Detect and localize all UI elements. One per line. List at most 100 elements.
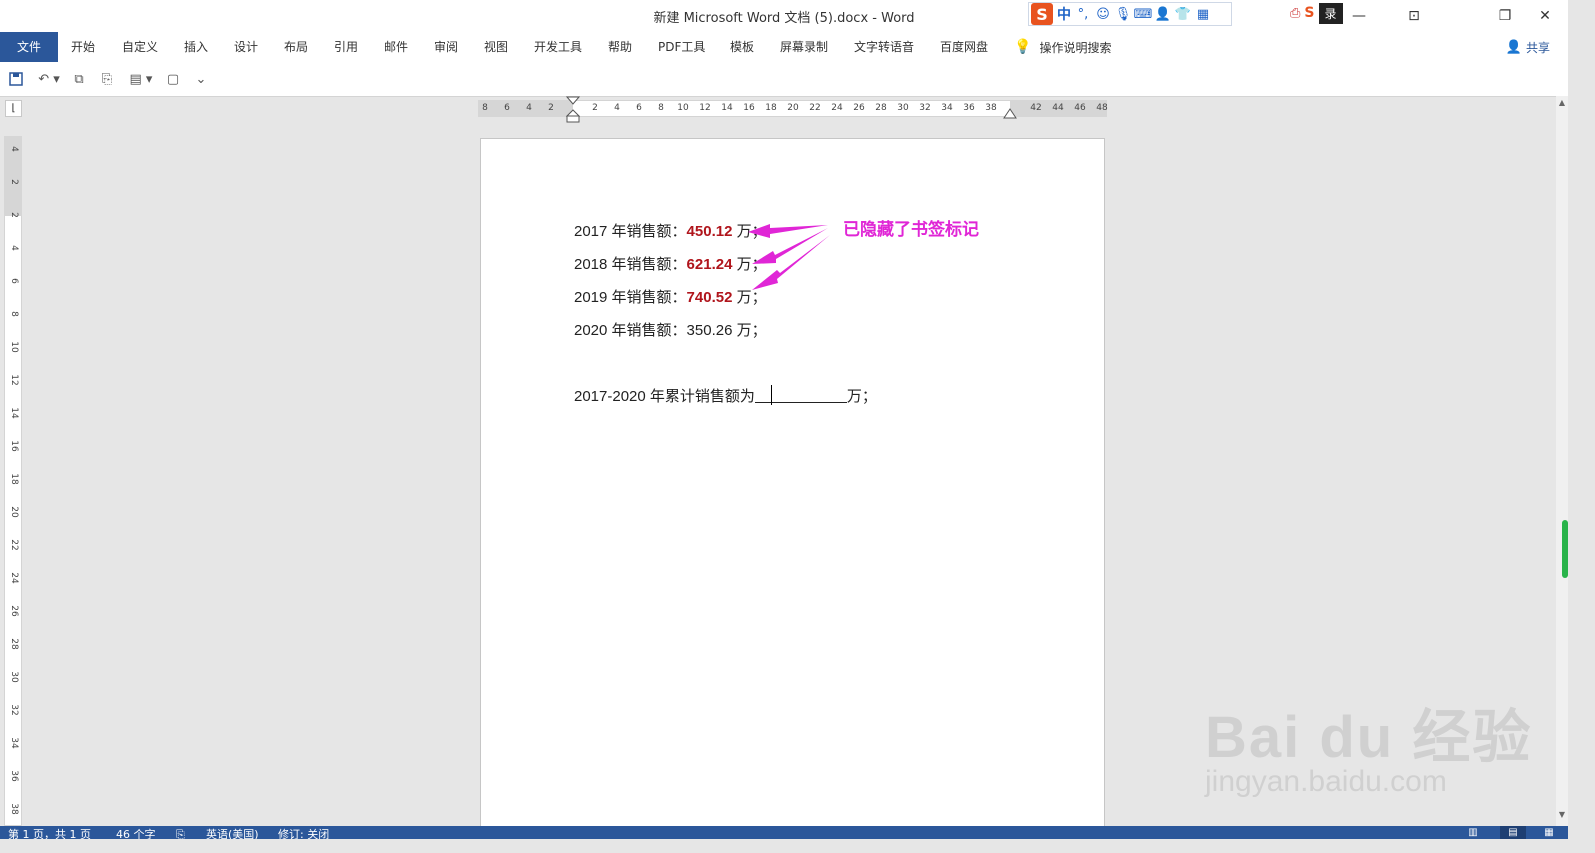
indent-marker-icon[interactable]	[566, 96, 580, 124]
copy-format-icon[interactable]: ⧉	[70, 71, 88, 87]
ruler-tick-label: 10	[677, 103, 689, 113]
text-cursor	[770, 385, 772, 405]
ruler-tick-label: 36	[963, 103, 975, 113]
undo-icon[interactable]: ↶ ▾	[36, 71, 62, 87]
ruler-tick-label: 6	[636, 103, 642, 113]
sales-line-2018[interactable]: 2018 年销售额：621.24 万；	[574, 253, 767, 274]
ruler-tick-label: 16	[743, 103, 755, 113]
ruler-tick-label: 2	[548, 103, 554, 113]
vruler-tick-label: 8	[9, 311, 19, 317]
tab-baidu-netdisk[interactable]: 百度网盘	[940, 32, 988, 62]
user-icon[interactable]: 👤	[1155, 6, 1171, 22]
tell-me-search[interactable]: 💡 操作说明搜索	[1014, 32, 1111, 62]
ruler-tick-label: 26	[853, 103, 865, 113]
language-indicator[interactable]: 英语(美国)	[206, 826, 259, 839]
scroll-thumb[interactable]	[1562, 520, 1568, 578]
tab-developer[interactable]: 开发工具	[534, 32, 582, 62]
tab-insert[interactable]: 插入	[184, 32, 208, 62]
ruler-tick-label: 42	[1030, 103, 1042, 113]
baidu-watermark: Bai du 经验	[1205, 705, 1533, 770]
tab-text-to-speech[interactable]: 文字转语音	[854, 32, 914, 62]
line-suffix: 万；	[732, 223, 767, 240]
tab-layout[interactable]: 布局	[284, 32, 308, 62]
screen-capture-icon[interactable]: ⎘	[98, 71, 116, 87]
sales-line-2020[interactable]: 2020 年销售额：350.26 万；	[574, 319, 767, 340]
emoji-icon[interactable]: ☺	[1095, 6, 1111, 22]
keyboard-icon[interactable]: ⌨	[1134, 6, 1153, 22]
sogou-small-icon[interactable]: S	[1304, 5, 1314, 21]
tab-view[interactable]: 视图	[484, 32, 508, 62]
ime-toolbar[interactable]: S 中 °, ☺ 🎙 ⌨ 👤 👕 ▦	[1028, 2, 1232, 26]
tab-screen-record[interactable]: 屏幕录制	[780, 32, 828, 62]
paste-options-icon[interactable]: ▤ ▾	[128, 71, 154, 87]
ruler-tick-label: 2	[592, 103, 598, 113]
login-area: ⎙ S 录	[1290, 2, 1343, 24]
vruler-tick-label: 4	[9, 245, 19, 251]
ribbon-display-options-icon[interactable]: ⊡	[1391, 0, 1437, 32]
vruler-tick-label: 10	[9, 341, 19, 353]
scroll-up-icon[interactable]: ▲	[1556, 98, 1568, 110]
vruler-tick-label: 28	[9, 638, 19, 650]
new-document-icon[interactable]: ▢	[164, 71, 182, 87]
vertical-scrollbar[interactable]	[1556, 96, 1568, 826]
ruler-tick-label: 20	[787, 103, 799, 113]
fill-in-blank[interactable]	[754, 385, 847, 405]
vruler-tick-label: 4	[9, 146, 19, 152]
grid-menu-icon[interactable]: ▦	[1195, 6, 1211, 22]
tab-templates[interactable]: 模板	[730, 32, 754, 62]
save-icon[interactable]	[7, 71, 25, 87]
ime-mode-toggle[interactable]: 中	[1057, 4, 1071, 24]
tab-review[interactable]: 审阅	[434, 32, 458, 62]
ruler-tick-label: 38	[985, 103, 997, 113]
web-layout-icon[interactable]: ▦	[1540, 826, 1558, 839]
tab-pdf-tools[interactable]: PDF工具	[658, 32, 705, 62]
tab-references[interactable]: 引用	[334, 32, 358, 62]
page-count[interactable]: 第 1 页，共 1 页	[8, 826, 91, 839]
proofing-icon[interactable]: ⎘	[176, 826, 185, 839]
customize-qat-icon[interactable]: ⌄	[192, 71, 210, 87]
vruler-tick-label: 22	[9, 539, 19, 551]
share-label: 共享	[1525, 40, 1550, 55]
print-layout-icon[interactable]: ▤	[1500, 826, 1526, 839]
total-prefix: 2017-2020 年累计销售额为	[574, 388, 755, 405]
sogou-logo-icon[interactable]: S	[1031, 3, 1053, 25]
word-count[interactable]: 46 个字	[116, 826, 156, 839]
share-button[interactable]: 👤 共享	[1506, 32, 1550, 62]
ruler-tick-label: 8	[658, 103, 664, 113]
total-suffix: 万；	[846, 388, 877, 405]
read-mode-icon[interactable]: ▥	[1464, 826, 1482, 839]
tab-help[interactable]: 帮助	[608, 32, 632, 62]
ruler-tick-label: 8	[482, 103, 488, 113]
vruler-tick-label: 26	[9, 605, 19, 617]
total-sales-line[interactable]: 2017-2020 年累计销售额为 万；	[574, 385, 877, 406]
vruler-tick-label: 24	[9, 572, 19, 584]
tab-design[interactable]: 设计	[234, 32, 258, 62]
tell-me-label: 操作说明搜索	[1039, 40, 1112, 55]
close-button[interactable]: ✕	[1522, 0, 1568, 32]
vruler-tick-label: 2	[9, 212, 19, 218]
scroll-down-icon[interactable]: ▼	[1556, 810, 1568, 822]
tab-file[interactable]: 文件	[0, 32, 58, 62]
sales-line-2017[interactable]: 2017 年销售额：450.12 万；	[574, 220, 767, 241]
tab-custom[interactable]: 自定义	[122, 32, 158, 62]
annotation-label: 已隐藏了书签标记	[843, 220, 979, 240]
ruler-tick-label: 32	[919, 103, 931, 113]
line-prefix: 2020 年销售额：	[574, 322, 687, 339]
vruler-tick-label: 32	[9, 704, 19, 716]
tab-mailings[interactable]: 邮件	[384, 32, 408, 62]
pdf-icon[interactable]: ⎙	[1290, 6, 1300, 21]
vruler-tick-label: 20	[9, 506, 19, 518]
tab-selector[interactable]: ⌊	[5, 100, 22, 117]
minimize-button[interactable]: —	[1336, 0, 1382, 32]
baidu-watermark-url: jingyan.baidu.com	[1205, 765, 1447, 798]
document-page[interactable]	[480, 138, 1105, 838]
right-indent-marker-icon[interactable]	[1003, 108, 1017, 120]
vruler-tick-label: 30	[9, 671, 19, 683]
skin-shirt-icon[interactable]: 👕	[1175, 6, 1191, 22]
tab-home[interactable]: 开始	[71, 32, 95, 62]
track-changes-status[interactable]: 修订: 关闭	[278, 826, 329, 839]
bookmarked-value: 740.52	[686, 289, 733, 306]
sales-line-2019[interactable]: 2019 年销售额：740.52 万；	[574, 286, 767, 307]
microphone-icon[interactable]: 🎙	[1115, 6, 1132, 22]
ime-punct-toggle[interactable]: °,	[1075, 6, 1091, 22]
